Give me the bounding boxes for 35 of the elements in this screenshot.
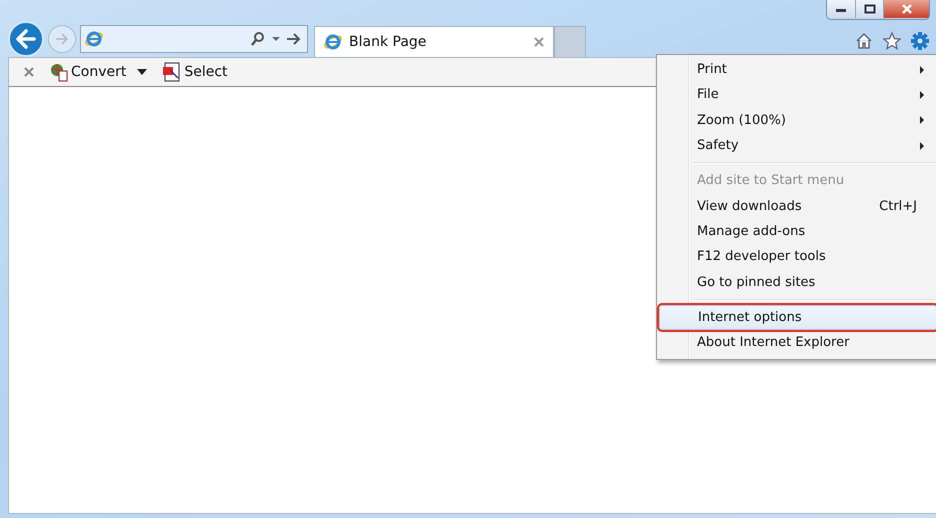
- menu-item[interactable]: File: [659, 82, 936, 108]
- menu-item[interactable]: Safety: [659, 132, 936, 158]
- pdf-select-icon: [162, 62, 182, 82]
- menu-item[interactable]: Print: [659, 57, 936, 82]
- minimize-button[interactable]: [827, 0, 855, 18]
- convert-button[interactable]: Convert: [49, 62, 126, 82]
- menu-item[interactable]: Manage add-ons: [659, 218, 936, 244]
- ie-logo-icon: [323, 32, 343, 52]
- star-icon[interactable]: [882, 30, 902, 50]
- close-button[interactable]: [883, 0, 929, 18]
- close-icon[interactable]: [23, 66, 35, 78]
- address-bar[interactable]: [80, 24, 308, 52]
- menu-item[interactable]: Internet options: [659, 304, 936, 330]
- go-arrow-icon[interactable]: [286, 32, 302, 46]
- back-button[interactable]: [8, 20, 44, 56]
- menu-item[interactable]: F12 developer tools: [659, 244, 936, 270]
- menu-item[interactable]: Go to pinned sites: [659, 269, 936, 295]
- ie-logo-icon: [84, 28, 104, 48]
- close-icon[interactable]: [533, 36, 545, 48]
- home-icon[interactable]: [854, 30, 874, 50]
- settings-icon[interactable]: [910, 30, 930, 50]
- maximize-icon: [864, 4, 876, 14]
- back-arrow-icon: [14, 26, 38, 50]
- search-icon[interactable]: [250, 30, 266, 46]
- browser-tab[interactable]: Blank Page: [314, 26, 554, 57]
- close-icon: [900, 4, 914, 14]
- menu-item[interactable]: View downloads Ctrl+J: [659, 193, 936, 219]
- forward-arrow-icon: [54, 30, 70, 46]
- select-button[interactable]: Select: [162, 62, 228, 82]
- menu-item[interactable]: Zoom (100%): [659, 108, 936, 133]
- maximize-button[interactable]: [855, 0, 883, 18]
- globe-pdf-icon: [49, 62, 69, 82]
- tab-title: Blank Page: [349, 34, 426, 50]
- menu-item[interactable]: About Internet Explorer: [659, 330, 936, 356]
- caret-icon[interactable]: [136, 68, 148, 76]
